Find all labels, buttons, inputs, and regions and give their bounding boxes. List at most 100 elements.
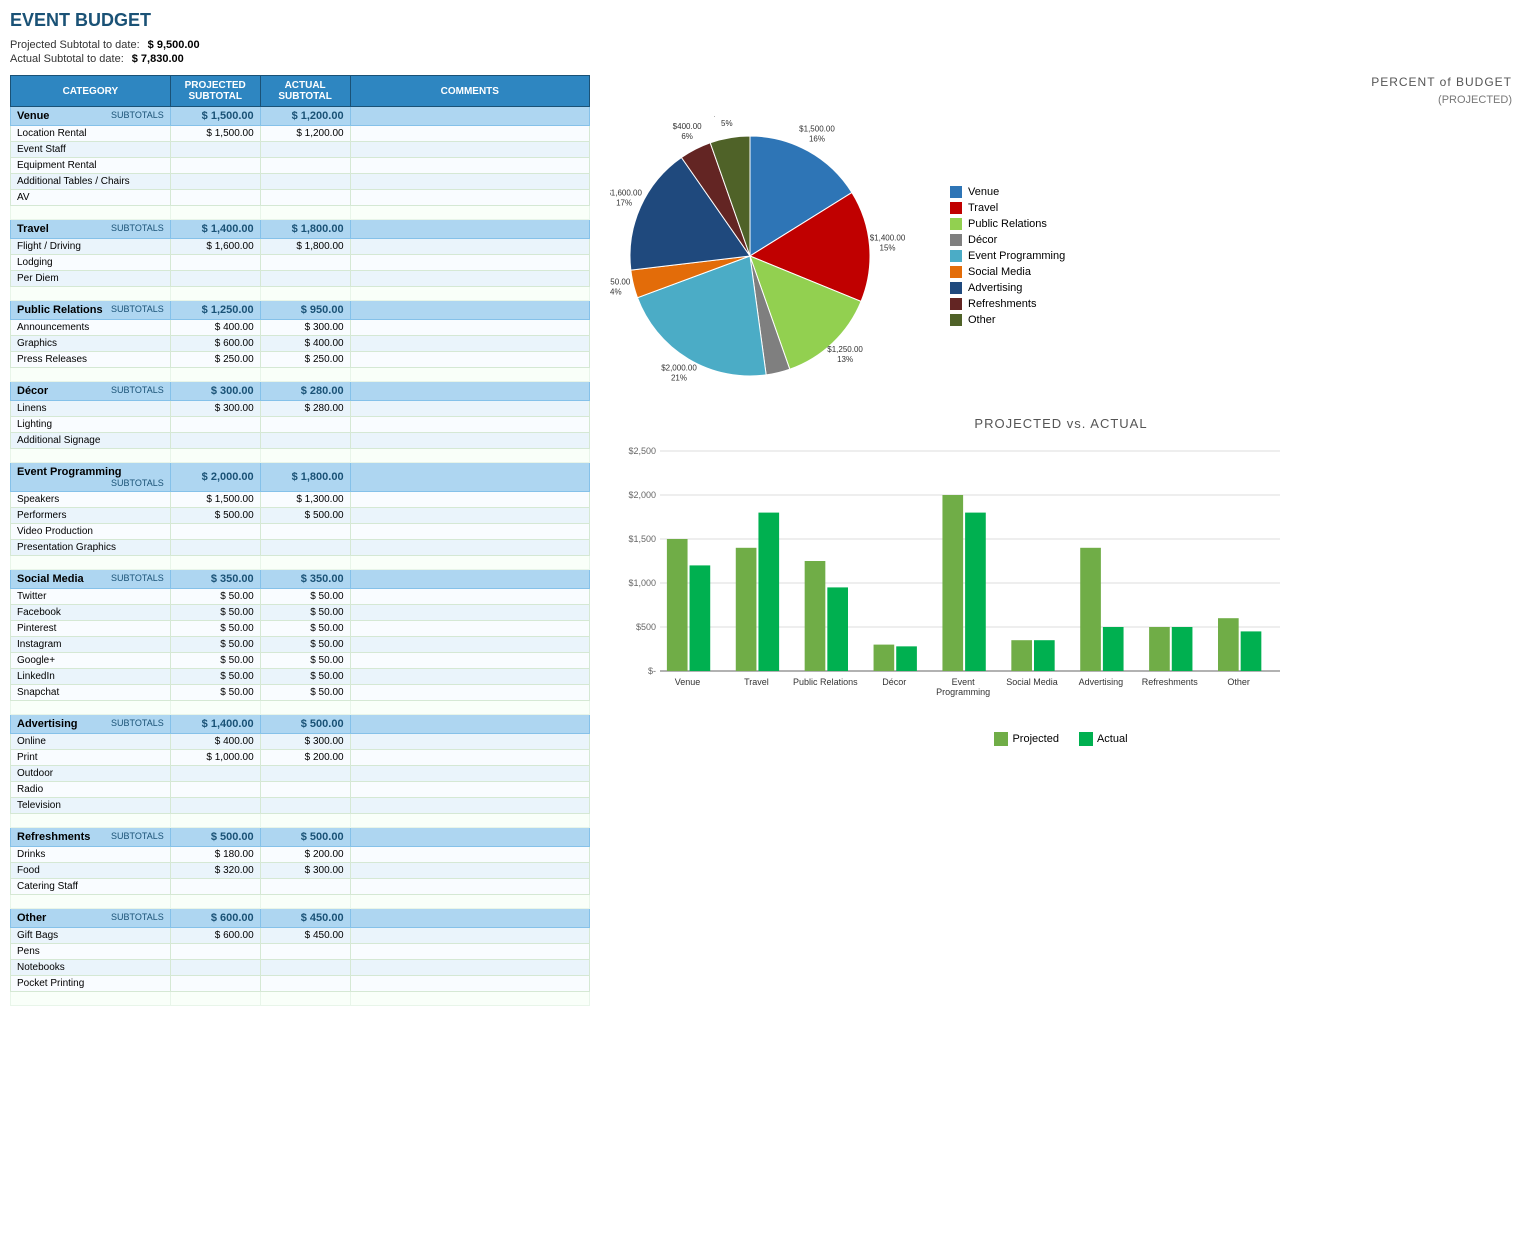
table-row: LinkedIn $ 50.00 $ 50.00 — [11, 669, 590, 685]
legend-color-box — [950, 202, 962, 214]
item-projected: $ 300.00 — [170, 401, 260, 417]
category-row: Advertising SUBTOTALS $ 1,400.00 $ 500.0… — [11, 715, 590, 734]
category-name: Social Media SUBTOTALS — [11, 570, 171, 589]
item-comments — [350, 352, 589, 368]
category-projected: $ 1,400.00 — [170, 220, 260, 239]
table-header: CATEGORY PROJECTED SUBTOTAL ACTUAL SUBTO… — [11, 76, 590, 107]
item-actual: $ 50.00 — [260, 605, 350, 621]
item-name: Per Diem — [11, 271, 171, 287]
table-row — [11, 701, 590, 715]
item-name: Location Rental — [11, 126, 171, 142]
category-actual: $ 1,800.00 — [260, 463, 350, 492]
bar-actual — [1172, 627, 1193, 671]
category-comments — [350, 828, 589, 847]
legend-label: Décor — [968, 234, 997, 246]
header-category: CATEGORY — [11, 76, 171, 107]
pie-label: $1,600.0017% — [610, 188, 642, 207]
item-projected: $ 50.00 — [170, 653, 260, 669]
item-actual — [260, 798, 350, 814]
item-projected — [170, 142, 260, 158]
pie-label: $500.005% — [712, 116, 741, 128]
table-row — [11, 449, 590, 463]
bar-projected — [736, 548, 757, 671]
item-name: Lodging — [11, 255, 171, 271]
item-actual — [260, 271, 350, 287]
category-actual: $ 280.00 — [260, 382, 350, 401]
pie-chart-container: PERCENT of BUDGET (PROJECTED) $1,500.001… — [610, 75, 1512, 396]
legend-color-box — [950, 314, 962, 326]
item-comments — [350, 976, 589, 992]
table-row: Press Releases $ 250.00 $ 250.00 — [11, 352, 590, 368]
y-axis-label: $2,500 — [628, 446, 656, 456]
item-actual — [260, 960, 350, 976]
table-row: Radio — [11, 782, 590, 798]
item-comments — [350, 417, 589, 433]
item-projected: $ 320.00 — [170, 863, 260, 879]
item-actual — [260, 433, 350, 449]
item-name: Equipment Rental — [11, 158, 171, 174]
legend-label: Other — [968, 314, 996, 326]
y-axis-label: $1,500 — [628, 534, 656, 544]
item-projected: $ 1,500.00 — [170, 492, 260, 508]
legend-color-box — [950, 250, 962, 262]
item-actual — [260, 944, 350, 960]
table-row: Equipment Rental — [11, 158, 590, 174]
item-projected: $ 50.00 — [170, 589, 260, 605]
header-actual: ACTUAL SUBTOTAL — [260, 76, 350, 107]
table-row — [11, 814, 590, 828]
category-row: Venue SUBTOTALS $ 1,500.00 $ 1,200.00 — [11, 107, 590, 126]
table-row — [11, 895, 590, 909]
budget-table-panel: CATEGORY PROJECTED SUBTOTAL ACTUAL SUBTO… — [10, 75, 590, 1006]
item-actual — [260, 417, 350, 433]
table-row: Notebooks — [11, 960, 590, 976]
item-projected — [170, 190, 260, 206]
item-actual: $ 1,300.00 — [260, 492, 350, 508]
table-row: Drinks $ 180.00 $ 200.00 — [11, 847, 590, 863]
item-actual: $ 50.00 — [260, 589, 350, 605]
item-projected — [170, 960, 260, 976]
category-actual: $ 950.00 — [260, 301, 350, 320]
table-row: Snapchat $ 50.00 $ 50.00 — [11, 685, 590, 701]
item-projected: $ 180.00 — [170, 847, 260, 863]
table-row: Lighting — [11, 417, 590, 433]
item-comments — [350, 944, 589, 960]
x-axis-label: Refreshments — [1142, 677, 1199, 687]
item-name: Snapchat — [11, 685, 171, 701]
item-projected — [170, 174, 260, 190]
item-comments — [350, 320, 589, 336]
item-name: Press Releases — [11, 352, 171, 368]
item-projected: $ 50.00 — [170, 621, 260, 637]
bar-projected — [1080, 548, 1101, 671]
item-comments — [350, 653, 589, 669]
bar-actual — [965, 513, 986, 671]
legend-label: Travel — [968, 202, 998, 214]
category-actual: $ 450.00 — [260, 909, 350, 928]
item-name: Video Production — [11, 524, 171, 540]
item-projected — [170, 766, 260, 782]
table-row: Online $ 400.00 $ 300.00 — [11, 734, 590, 750]
item-name: AV — [11, 190, 171, 206]
item-projected: $ 400.00 — [170, 320, 260, 336]
table-row: Graphics $ 600.00 $ 400.00 — [11, 336, 590, 352]
legend-item: Social Media — [950, 266, 1065, 278]
item-name: Catering Staff — [11, 879, 171, 895]
header-projected: PROJECTED SUBTOTAL — [170, 76, 260, 107]
item-name: Instagram — [11, 637, 171, 653]
item-projected: $ 600.00 — [170, 928, 260, 944]
category-comments — [350, 220, 589, 239]
category-comments — [350, 463, 589, 492]
table-row: Per Diem — [11, 271, 590, 287]
pie-chart-title: PERCENT of BUDGET — [610, 75, 1512, 89]
legend-color-box — [950, 218, 962, 230]
item-name: Notebooks — [11, 960, 171, 976]
category-actual: $ 500.00 — [260, 715, 350, 734]
item-projected: $ 50.00 — [170, 605, 260, 621]
pie-chart-legend: VenueTravelPublic RelationsDécorEvent Pr… — [950, 186, 1065, 326]
legend-item: Other — [950, 314, 1065, 326]
bar-legend-actual-label: Actual — [1097, 733, 1128, 745]
item-actual: $ 300.00 — [260, 734, 350, 750]
item-projected — [170, 782, 260, 798]
table-row: Catering Staff — [11, 879, 590, 895]
category-name: Travel SUBTOTALS — [11, 220, 171, 239]
item-comments — [350, 863, 589, 879]
